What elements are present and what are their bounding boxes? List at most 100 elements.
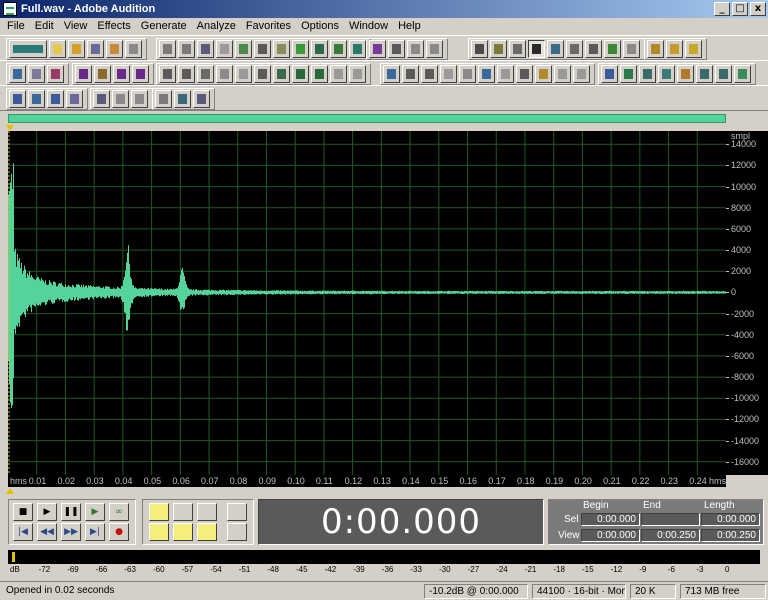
statistics-icon[interactable] (47, 65, 64, 83)
view-end-field[interactable]: 0:00.250 (641, 529, 700, 542)
status-panel-icon[interactable] (604, 40, 621, 58)
sel-begin-field[interactable]: 0:00.000 (581, 513, 640, 526)
click-eliminator-icon[interactable] (311, 65, 328, 83)
delay-icon[interactable] (459, 65, 476, 83)
loop-icon[interactable] (715, 65, 732, 83)
batch-icon[interactable] (677, 65, 694, 83)
menu-favorites[interactable]: Favorites (241, 20, 296, 32)
region-icon[interactable] (66, 90, 83, 108)
fullscreen-icon[interactable] (193, 90, 210, 108)
fast-forward-button[interactable]: ▶▶ (61, 523, 81, 541)
pitch-icon[interactable] (273, 65, 290, 83)
menu-edit[interactable]: Edit (30, 20, 59, 32)
zoom-left-edge-icon[interactable] (149, 523, 169, 541)
zoom-full-icon[interactable] (197, 503, 217, 521)
meter-panel-icon[interactable] (623, 40, 640, 58)
filter-icon[interactable] (402, 65, 419, 83)
time-panel-icon[interactable] (566, 40, 583, 58)
pause-button[interactable]: ❚❚ (61, 503, 81, 521)
level-meter[interactable] (8, 550, 760, 564)
menu-help[interactable]: Help (393, 20, 426, 32)
zoom-in-vertical-icon[interactable] (227, 503, 247, 521)
zoom-panel-icon[interactable] (547, 40, 564, 58)
stop-button[interactable]: ■ (13, 503, 33, 521)
trim-icon[interactable] (330, 40, 347, 58)
invert-icon[interactable] (159, 65, 176, 83)
delete-silence-icon[interactable] (349, 40, 366, 58)
menu-generate[interactable]: Generate (136, 20, 192, 32)
organizer-icon[interactable] (471, 40, 488, 58)
close-file-icon[interactable] (125, 40, 142, 58)
normalize-icon[interactable] (113, 65, 130, 83)
zoom-right-edge-icon[interactable] (173, 523, 193, 541)
view-length-field[interactable]: 0:00.250 (701, 529, 760, 542)
zoom-out-icon[interactable] (173, 503, 193, 521)
grid-icon[interactable] (426, 40, 443, 58)
waveform-view-icon[interactable] (388, 40, 405, 58)
rewind-button[interactable]: ◀◀ (37, 523, 57, 541)
zoom-out-vertical-icon[interactable] (227, 523, 247, 541)
minimize-button[interactable]: _ (714, 2, 730, 16)
redo-icon[interactable] (178, 40, 195, 58)
play-button[interactable]: ▶ (37, 503, 57, 521)
clip-restoration-icon[interactable] (349, 65, 366, 83)
hand-tool-icon[interactable] (131, 90, 148, 108)
menu-analyze[interactable]: Analyze (192, 20, 241, 32)
multitrack-toggle-button[interactable] (9, 40, 47, 58)
open-append-icon[interactable] (106, 40, 123, 58)
zoom-in-icon[interactable] (149, 503, 169, 521)
settings-icon[interactable] (647, 40, 664, 58)
selection-panel-icon[interactable] (585, 40, 602, 58)
generate-noise-icon[interactable] (620, 65, 637, 83)
levels-icon[interactable] (509, 40, 526, 58)
selection-start-marker-bottom[interactable] (6, 488, 14, 494)
menu-window[interactable]: Window (344, 20, 393, 32)
phase-analysis-icon[interactable] (28, 65, 45, 83)
time-ruler[interactable]: hms hms 0.01 0.02 0.03 0.04 0.05 0.06 0.07 0.08… (8, 475, 726, 487)
help-icon[interactable] (685, 40, 702, 58)
vocoder-icon[interactable] (554, 65, 571, 83)
info-icon[interactable] (490, 40, 507, 58)
copy-icon[interactable] (216, 40, 233, 58)
cut-icon[interactable] (254, 40, 271, 58)
play-looped-button[interactable]: ∞ (109, 503, 129, 521)
cue-list-icon[interactable] (9, 90, 26, 108)
generate-tones-icon[interactable] (601, 65, 618, 83)
chorus-icon[interactable] (440, 65, 457, 83)
mix-paste-icon[interactable] (311, 40, 328, 58)
copy-new-icon[interactable] (235, 40, 252, 58)
properties-icon[interactable] (666, 40, 683, 58)
scrub-tool-icon[interactable] (112, 90, 129, 108)
sync-icon[interactable] (174, 90, 191, 108)
stretch-icon[interactable] (254, 65, 271, 83)
channel-mixer-icon[interactable] (216, 65, 233, 83)
spectral-view-icon[interactable] (369, 40, 386, 58)
audition-app-icon[interactable] (3, 2, 17, 16)
close-button[interactable]: x (750, 2, 766, 16)
generate-silence-icon[interactable] (658, 65, 675, 83)
paste-new-icon[interactable] (292, 40, 309, 58)
generate-dtmf-icon[interactable] (639, 65, 656, 83)
play-list-icon[interactable] (28, 90, 45, 108)
menu-options[interactable]: Options (296, 20, 344, 32)
maximize-button[interactable]: □ (732, 2, 748, 16)
sel-length-field[interactable]: 0:00.000 (701, 513, 760, 526)
script-icon[interactable] (734, 65, 751, 83)
graphic-eq-icon[interactable] (383, 65, 400, 83)
paste-icon[interactable] (273, 40, 290, 58)
frequency-analysis-icon[interactable] (9, 65, 26, 83)
record-button[interactable]: ● (109, 523, 129, 541)
menu-file[interactable]: File (2, 20, 30, 32)
menu-effects[interactable]: Effects (92, 20, 135, 32)
doppler-icon[interactable] (235, 65, 252, 83)
repeat-icon[interactable] (197, 40, 214, 58)
notch-filter-icon[interactable] (421, 65, 438, 83)
distortion-icon[interactable] (535, 65, 552, 83)
loop-tool-icon[interactable] (93, 90, 110, 108)
menu-view[interactable]: View (59, 20, 93, 32)
goto-end-button[interactable]: ▶| (85, 523, 105, 541)
new-file-icon[interactable] (49, 40, 66, 58)
goto-start-button[interactable]: |◀ (13, 523, 33, 541)
amplify-icon[interactable] (75, 65, 92, 83)
metronome-icon[interactable] (155, 90, 172, 108)
